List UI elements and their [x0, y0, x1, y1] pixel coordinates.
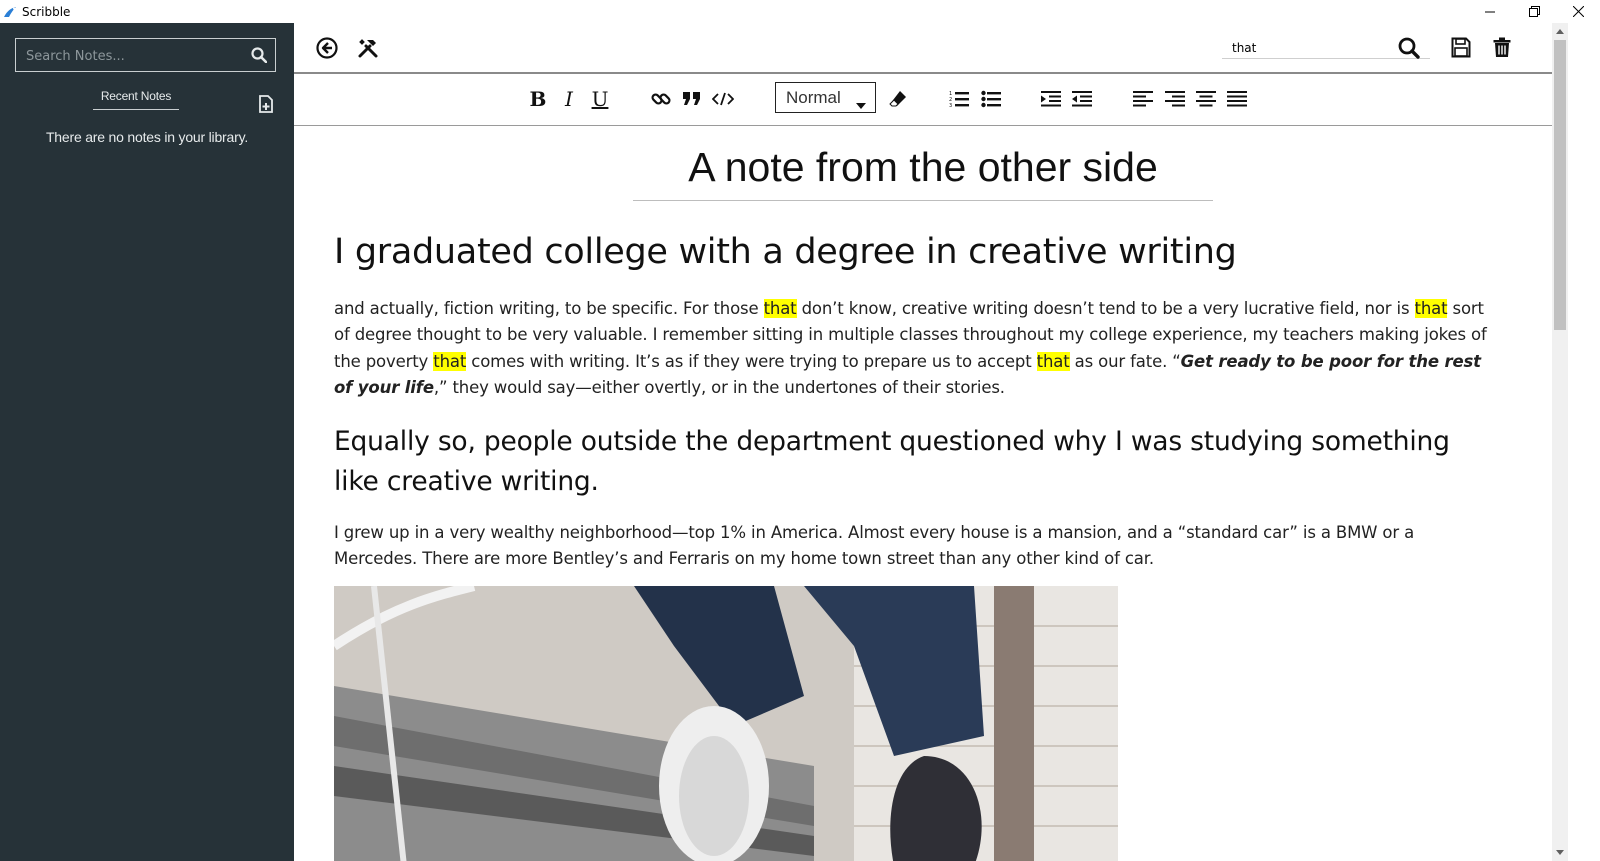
align-left-icon[interactable] — [1130, 86, 1156, 112]
heading-1[interactable]: I graduated college with a degree in cre… — [334, 232, 1237, 272]
note-content[interactable]: A note from the other side I graduated c… — [294, 126, 1552, 861]
notes-search-input[interactable] — [24, 45, 248, 67]
paragraph-2[interactable]: I grew up in a very wealthy neighborhood… — [334, 520, 1496, 573]
underline-button[interactable]: U — [587, 86, 613, 112]
vertical-scrollbar[interactable] — [1552, 23, 1568, 861]
tools-icon[interactable] — [356, 36, 380, 60]
text-style-value: Normal — [786, 87, 841, 107]
ordered-list-icon[interactable]: 123 — [946, 86, 972, 112]
minimize-icon — [1485, 11, 1495, 12]
restore-icon — [1528, 6, 1540, 17]
indent-icon[interactable] — [1038, 86, 1064, 112]
note-title[interactable]: A note from the other side — [633, 144, 1213, 201]
align-right-icon[interactable] — [1162, 86, 1188, 112]
align-center-icon[interactable] — [1193, 86, 1219, 112]
svg-text:3: 3 — [949, 103, 952, 108]
new-note-icon[interactable] — [258, 94, 276, 119]
recent-notes-tab[interactable]: Recent Notes — [93, 89, 179, 110]
close-window-button[interactable] — [1556, 0, 1600, 23]
editor-topbar — [294, 23, 1552, 74]
search-match-highlight: that — [433, 351, 467, 371]
trash-icon[interactable] — [1493, 37, 1511, 58]
bird-logo-icon — [2, 4, 18, 20]
link-icon[interactable] — [648, 86, 674, 112]
blockquote-icon[interactable] — [679, 86, 705, 112]
find-search-icon[interactable] — [1398, 37, 1420, 59]
search-icon[interactable] — [251, 47, 268, 68]
code-icon[interactable] — [710, 86, 736, 112]
editor-pane: B I U Normal 123 — [294, 23, 1552, 861]
restore-button[interactable] — [1512, 0, 1556, 23]
heading-2[interactable]: Equally so, people outside the departmen… — [334, 422, 1494, 502]
notes-search-box — [15, 38, 276, 72]
paragraph-1[interactable]: and actually, fiction writing, to be spe… — [334, 296, 1496, 402]
scroll-down-arrow-icon[interactable] — [1552, 844, 1568, 861]
search-match-highlight: that — [763, 299, 797, 318]
window-title: Scribble — [22, 4, 71, 19]
close-icon — [1572, 6, 1584, 17]
search-match-highlight: that — [1414, 299, 1448, 318]
chevron-down-icon — [855, 95, 867, 115]
stairs-photo-image — [334, 586, 1118, 861]
scrollbar-thumb[interactable] — [1554, 40, 1566, 330]
empty-library-message: There are no notes in your library. — [45, 129, 249, 145]
minimize-button[interactable] — [1468, 0, 1512, 23]
italic-button[interactable]: I — [556, 86, 582, 112]
align-justify-icon[interactable] — [1224, 86, 1250, 112]
search-match-highlight: that — [1036, 351, 1070, 371]
clear-format-eraser-icon[interactable] — [885, 86, 911, 112]
save-icon[interactable] — [1451, 37, 1471, 58]
title-bar: Scribble — [0, 0, 1600, 23]
text-style-select[interactable]: Normal — [775, 82, 876, 113]
bullet-list-icon[interactable] — [978, 86, 1004, 112]
outdent-icon[interactable] — [1069, 86, 1095, 112]
scroll-up-arrow-icon[interactable] — [1552, 23, 1568, 40]
formatting-toolbar: B I U Normal 123 — [294, 74, 1552, 126]
back-arrow-icon[interactable] — [316, 37, 338, 59]
sidebar: Recent Notes There are no notes in your … — [0, 23, 294, 861]
bold-button[interactable]: B — [525, 86, 551, 112]
